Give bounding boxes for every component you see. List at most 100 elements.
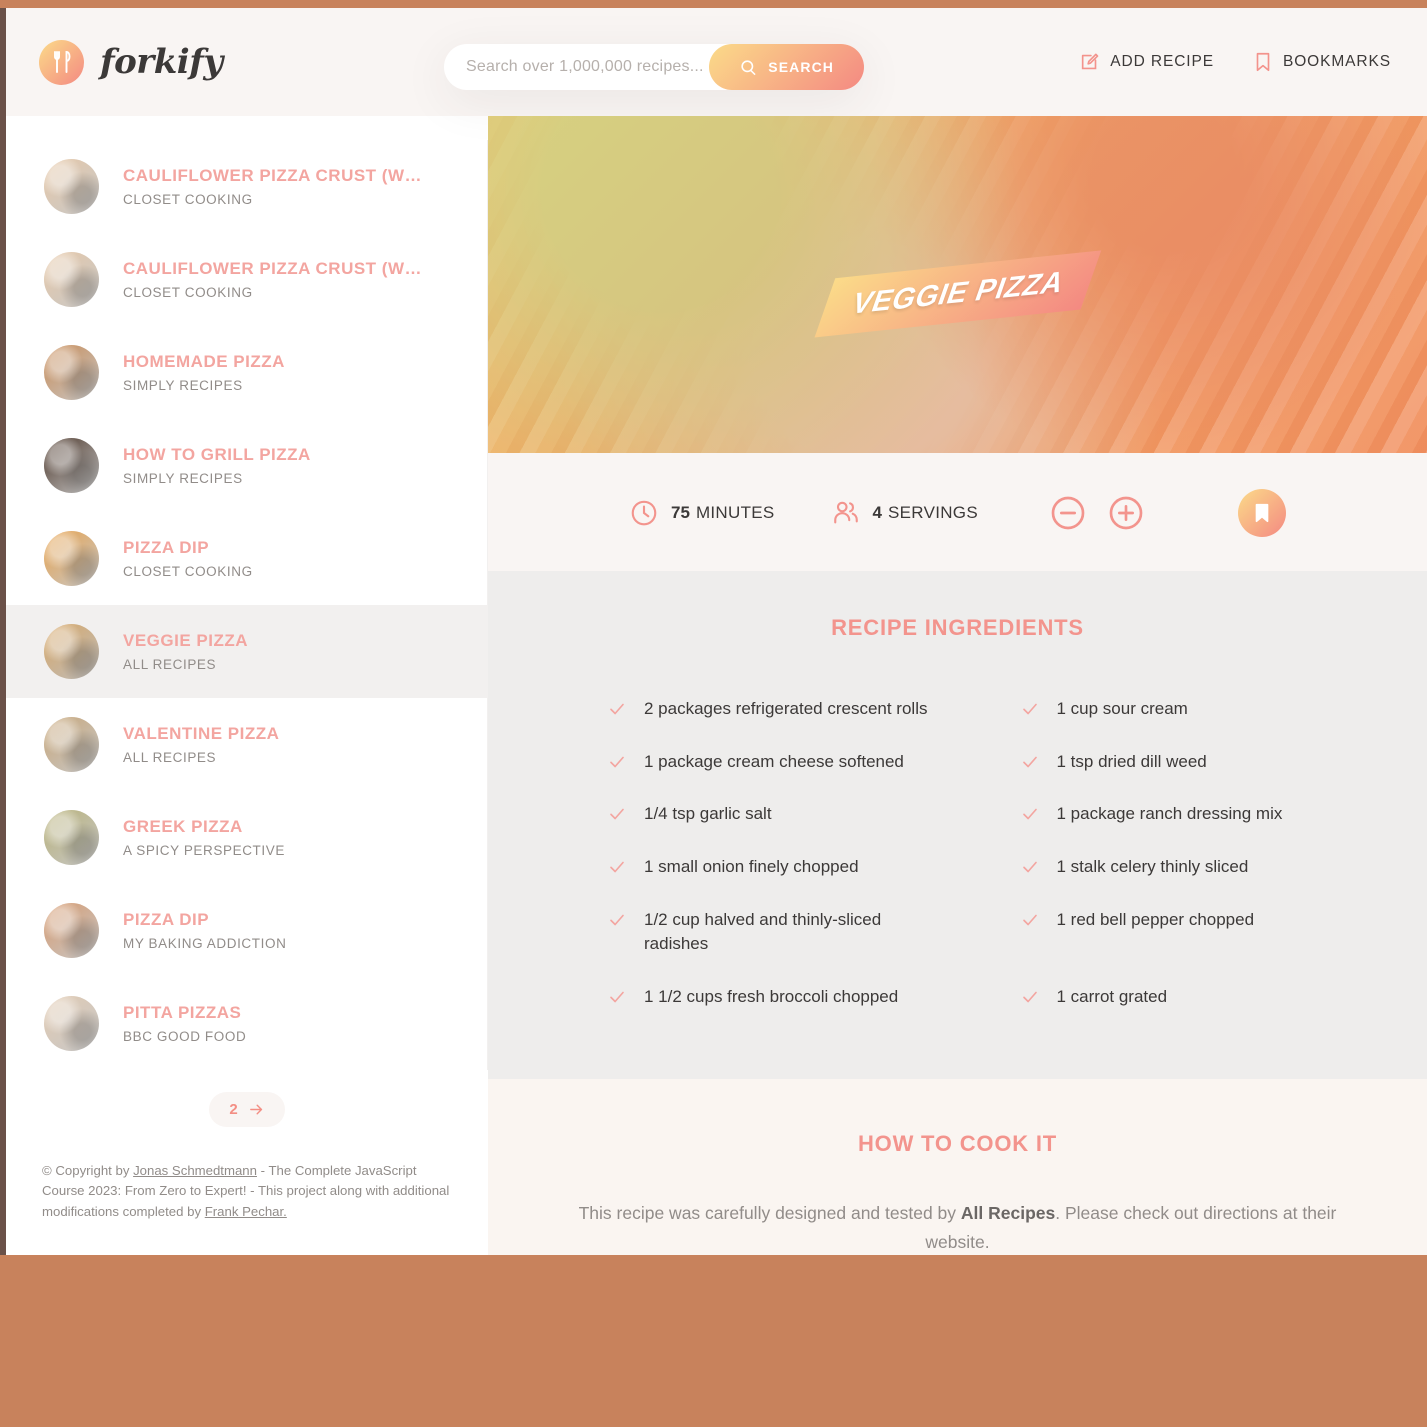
servings-stepper [1048, 493, 1146, 533]
ingredient-text: 1 cup sour cream [1056, 699, 1188, 718]
logo[interactable]: forkify [39, 39, 223, 85]
add-recipe-label: ADD RECIPE [1110, 53, 1214, 70]
copyright-modifier-link[interactable]: Frank Pechar. [205, 1204, 287, 1219]
ingredient-item: 1 package cream cheese softened [568, 736, 935, 789]
ingredient-item: 1/4 tsp garlic salt [568, 788, 935, 841]
result-thumbnail [44, 345, 99, 400]
result-publisher: A SPICY PERSPECTIVE [123, 843, 285, 858]
results-list: CAULIFLOWER PIZZA CRUST (WIT... CLOSET CO… [6, 116, 488, 1070]
ingredient-text: 1 1/2 cups fresh broccoli chopped [644, 986, 899, 1006]
ingredient-item: 1 1/2 cups fresh broccoli chopped [568, 971, 935, 1024]
result-item[interactable]: GREEK PIZZA A SPICY PERSPECTIVE [6, 791, 488, 884]
result-publisher: SIMPLY RECIPES [123, 378, 243, 393]
ingredient-item: 1 tsp dried dill weed [981, 736, 1348, 789]
result-title: HOW TO GRILL PIZZA [123, 445, 311, 464]
check-icon [1022, 991, 1037, 1003]
result-item[interactable]: PITTA PIZZAS BBC GOOD FOOD [6, 977, 488, 1070]
result-title: VEGGIE PIZZA [123, 631, 249, 650]
edit-square-icon [1082, 53, 1099, 70]
bookmark-recipe-button[interactable] [1237, 489, 1286, 537]
result-title: PIZZA DIP [123, 538, 210, 557]
result-item[interactable]: VEGGIE PIZZA ALL RECIPES [6, 605, 488, 698]
ingredient-text: 1/2 cup halved and thinly-sliced radishe… [644, 909, 882, 954]
result-title: PIZZA DIP [123, 910, 210, 929]
check-icon [1022, 703, 1037, 715]
result-title: CAULIFLOWER PIZZA CRUST (WIT... [123, 166, 423, 185]
decrease-servings-button[interactable] [1048, 493, 1088, 533]
pagination-next-button[interactable]: 2 [209, 1092, 285, 1127]
result-title: HOMEMADE PIZZA [123, 352, 285, 371]
check-icon [1022, 756, 1037, 767]
clock-icon [631, 500, 657, 526]
check-icon [610, 991, 624, 1003]
search-button[interactable]: SEARCH [709, 44, 864, 90]
result-item[interactable]: PIZZA DIP MY BAKING ADDICTION [6, 884, 488, 977]
search-form[interactable]: SEARCH [444, 44, 864, 90]
copyright: © Copyright by Jonas Schmedtmann - The C… [6, 1161, 488, 1246]
result-thumbnail [44, 159, 99, 214]
check-icon [1022, 861, 1037, 873]
check-icon [1022, 914, 1037, 925]
bookmarks-button[interactable]: BOOKMARKS [1252, 51, 1391, 73]
servings-value: 4 [872, 503, 883, 522]
result-thumbnail [44, 252, 99, 307]
result-item[interactable]: PIZZA DIP CLOSET COOKING [6, 512, 488, 605]
result-publisher: BBC GOOD FOOD [123, 1029, 247, 1044]
check-icon [610, 808, 624, 820]
recipe-details: 75 MINUTES 4 SERVINGS [488, 453, 1427, 571]
ingredient-text: 1 small onion finely chopped [644, 856, 859, 876]
bookmark-icon [1256, 52, 1270, 72]
result-item[interactable]: HOMEMADE PIZZA SIMPLY RECIPES [6, 326, 488, 419]
arrow-right-icon [249, 1104, 262, 1115]
ingredient-item: 2 packages refrigerated crescent rolls [568, 683, 935, 736]
main-nav: ADD RECIPE BOOKMARKS [1079, 8, 1391, 116]
result-item[interactable]: CAULIFLOWER PIZZA CRUST (WIT... CLOSET CO… [6, 140, 488, 233]
result-item[interactable]: HOW TO GRILL PIZZA SIMPLY RECIPES [6, 419, 488, 512]
increase-servings-button[interactable] [1106, 493, 1146, 533]
ingredient-text: 1 tsp dried dill weed [1056, 751, 1207, 771]
ingredient-text: 2 packages refrigerated crescent rolls [644, 699, 928, 718]
minus-circle-icon [1051, 496, 1085, 530]
result-thumbnail [44, 996, 99, 1051]
ingredient-item: 1 carrot grated [981, 971, 1348, 1024]
copyright-prefix: © Copyright by [42, 1163, 134, 1178]
result-item[interactable]: VALENTINE PIZZA ALL RECIPES [6, 698, 488, 791]
recipe-figure: VEGGIE PIZZA [488, 116, 1427, 453]
ingredient-text: 1 stalk celery thinly sliced [1056, 856, 1249, 876]
people-icon [833, 501, 858, 524]
search-input[interactable] [444, 58, 710, 76]
result-item[interactable]: CAULIFLOWER PIZZA CRUST (WIT... CLOSET CO… [6, 233, 488, 326]
add-recipe-button[interactable]: ADD RECIPE [1079, 51, 1214, 73]
servings: 4 SERVINGS [831, 498, 978, 528]
ingredient-text: 1/4 tsp garlic salt [644, 804, 772, 824]
check-icon [1022, 808, 1037, 820]
check-icon [610, 756, 624, 767]
cooking-time-value: 75 [671, 503, 690, 522]
result-thumbnail [44, 531, 99, 586]
recipe-panel: VEGGIE PIZZA 75 MINUTES 4 SERVINGS RECIP… [488, 116, 1427, 1255]
check-icon [610, 703, 624, 715]
ingredient-item: 1 stalk celery thinly sliced [981, 841, 1348, 894]
pagination-next-label: 2 [229, 1101, 238, 1118]
result-thumbnail [44, 717, 99, 772]
ingredient-text: 1 carrot grated [1056, 986, 1168, 1006]
ingredient-text: 1 red bell pepper chopped [1056, 909, 1255, 929]
fork-spoon-icon [39, 39, 84, 85]
copyright-author-link[interactable]: Jonas Schmedtmann [133, 1163, 257, 1178]
directions-prefix: This recipe was carefully designed and t… [578, 1203, 961, 1224]
cooking-time-label: MINUTES [695, 503, 775, 522]
app-window: forkify SEARCH ADD RECIPE [0, 8, 1427, 1255]
search-button-label: SEARCH [768, 59, 834, 75]
result-publisher: CLOSET COOKING [123, 564, 253, 579]
result-thumbnail [44, 438, 99, 493]
bookmarks-label: BOOKMARKS [1282, 53, 1391, 70]
search-results-sidebar: CAULIFLOWER PIZZA CRUST (WIT... CLOSET CO… [6, 116, 488, 1255]
pagination: 2 [6, 1070, 488, 1161]
ingredient-item: 1 red bell pepper chopped [981, 894, 1348, 971]
result-title: GREEK PIZZA [123, 817, 243, 836]
cooking-time: 75 MINUTES [629, 498, 775, 528]
bookmark-icon [1255, 503, 1269, 523]
search-icon [741, 59, 756, 75]
result-title: CAULIFLOWER PIZZA CRUST (WIT... [123, 259, 423, 278]
result-publisher: MY BAKING ADDICTION [123, 936, 287, 951]
